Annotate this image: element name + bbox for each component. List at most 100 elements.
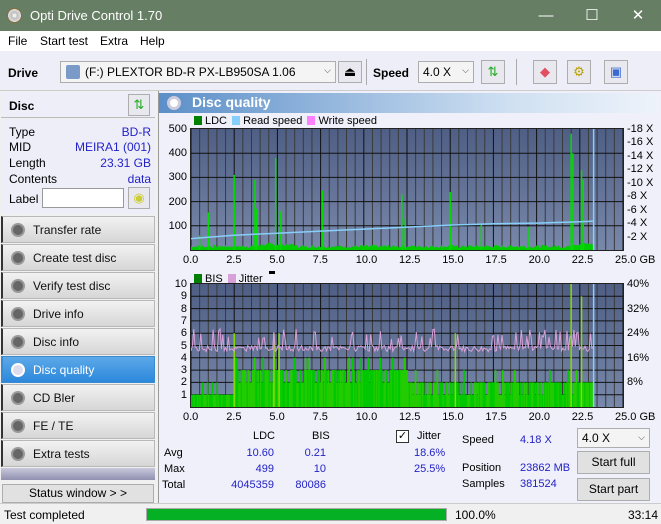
settings-button[interactable]: ⚙ bbox=[567, 60, 591, 84]
chart1-legend: LDC Read speed Write speed bbox=[192, 115, 377, 127]
maximize-button[interactable]: ☐ bbox=[569, 0, 615, 31]
status-window-button[interactable]: Status window > > bbox=[2, 484, 154, 503]
y-tick-label: 300 bbox=[168, 171, 187, 184]
chevron-down-icon: ⌵ bbox=[638, 432, 645, 442]
nav-transfer-rate[interactable]: Transfer rate bbox=[1, 216, 155, 243]
disc-header: Disc ⇅ bbox=[1, 92, 155, 118]
y2-tick-label: -14 X bbox=[627, 149, 654, 162]
label-input[interactable] bbox=[42, 188, 124, 208]
elapsed-time: 33:14 bbox=[628, 508, 659, 522]
type-label: Type bbox=[9, 125, 36, 139]
nav-disc-quality[interactable]: Disc quality bbox=[1, 356, 155, 383]
left-panel: Disc ⇅ Type BD-R MID MEIRA1 (001) Length… bbox=[0, 91, 158, 503]
menu-extra[interactable]: Extra bbox=[100, 34, 128, 48]
legend-swatch-ldc bbox=[194, 116, 202, 125]
length-label: Length bbox=[9, 156, 46, 170]
eraser-icon: ◆ bbox=[540, 64, 550, 79]
nav-extra-tests[interactable]: Extra tests bbox=[1, 440, 155, 467]
disc-refresh-button[interactable]: ⇅ bbox=[128, 94, 150, 116]
nav-label: FE / TE bbox=[33, 419, 74, 433]
menu-start-test[interactable]: Start test bbox=[40, 34, 88, 48]
menu-help[interactable]: Help bbox=[140, 34, 165, 48]
x-tick-label: 2.5 bbox=[226, 254, 242, 266]
drive-select[interactable]: (F:) PLEXTOR BD-R PX-LB950SA 1.06 ⌵ bbox=[60, 61, 336, 83]
y-tick-label: 200 bbox=[168, 195, 187, 208]
window-title: Opti Drive Control 1.70 bbox=[30, 8, 163, 23]
y2-tick-label: 40% bbox=[627, 278, 650, 290]
x-tick-label: 2.5 bbox=[226, 411, 242, 423]
nav-label: Verify test disc bbox=[33, 279, 111, 293]
mid-label: MID bbox=[9, 140, 31, 154]
x-tick-label: 10.0 bbox=[355, 254, 378, 266]
nav-cd-bler[interactable]: CD Bler bbox=[1, 384, 155, 411]
test-speed-select[interactable]: 4.0 X ⌵ bbox=[577, 428, 650, 448]
label-disc-button[interactable]: ◉ bbox=[128, 187, 150, 209]
x-tick-label: 0.0 bbox=[183, 411, 199, 423]
panel-header: Disc quality bbox=[159, 93, 659, 113]
ldc-chart bbox=[190, 128, 624, 251]
avg-ldc: 10.60 bbox=[246, 447, 274, 459]
legend-swatch-read-speed bbox=[232, 116, 241, 125]
y2-tick-label: -4 X bbox=[627, 217, 648, 230]
avg-label: Avg bbox=[164, 447, 183, 459]
disc-icon: ◉ bbox=[133, 190, 145, 205]
y-tick-label: 4 bbox=[180, 351, 187, 364]
speed-label: Speed bbox=[373, 66, 410, 80]
total-bis: 80086 bbox=[295, 479, 326, 491]
max-ldc: 499 bbox=[255, 463, 274, 475]
contents-label: Contents bbox=[9, 172, 58, 186]
nav-label: Disc quality bbox=[33, 363, 95, 377]
erase-button[interactable]: ◆ bbox=[533, 60, 557, 84]
x-tick-label: 5.0 bbox=[269, 411, 285, 423]
test-speed-value: 4.0 X bbox=[582, 431, 611, 445]
speed-value: 4.18 X bbox=[520, 434, 552, 446]
save-button[interactable]: ▣ bbox=[604, 60, 628, 84]
progress-fill bbox=[147, 509, 446, 520]
samples-label: Samples bbox=[462, 478, 505, 490]
avg-bis: 0.21 bbox=[304, 447, 326, 459]
disc-info: Type BD-R MID MEIRA1 (001) Length 23.31 … bbox=[1, 119, 155, 214]
y-tick-label: 9 bbox=[180, 290, 187, 303]
total-ldc: 4045359 bbox=[231, 479, 274, 491]
y2-tick-label: 24% bbox=[627, 327, 650, 340]
menu-bar: File Start test Extra Help bbox=[0, 31, 661, 51]
eject-button[interactable]: ⏏ bbox=[338, 61, 362, 83]
mid-value: MEIRA1 (001) bbox=[74, 140, 151, 154]
separator bbox=[516, 59, 517, 85]
y-tick-label: 10 bbox=[174, 278, 187, 290]
x-tick-label: 15.0 bbox=[442, 254, 464, 266]
speed-value: 4.0 X bbox=[423, 65, 452, 79]
nav-drive-info[interactable]: Drive info bbox=[1, 300, 155, 327]
x-tick-label: 25.0 GB bbox=[615, 254, 656, 266]
max-label: Max bbox=[164, 463, 185, 475]
status-bar: Test completed 100.0% 33:14 bbox=[0, 503, 661, 524]
menu-file[interactable]: File bbox=[8, 34, 27, 48]
close-button[interactable]: ✕ bbox=[615, 0, 661, 31]
jitter-checkbox[interactable]: ✓ bbox=[396, 430, 409, 443]
x-tick-label: 17.5 bbox=[485, 411, 507, 423]
nav-label: Transfer rate bbox=[33, 223, 102, 237]
chevron-down-icon: ⌵ bbox=[462, 65, 469, 75]
total-label: Total bbox=[162, 479, 186, 491]
nav-create-test-disc[interactable]: Create test disc bbox=[1, 244, 155, 271]
nav-label: CD Bler bbox=[33, 391, 76, 405]
y2-tick-label: 8% bbox=[627, 376, 643, 389]
progress-text: 100.0% bbox=[455, 508, 496, 522]
y-tick-label: 5 bbox=[180, 339, 187, 352]
nav-disc-info[interactable]: Disc info bbox=[1, 328, 155, 355]
minimize-button[interactable]: — bbox=[523, 0, 569, 31]
nav-verify-test-disc[interactable]: Verify test disc bbox=[1, 272, 155, 299]
y-tick-label: 1 bbox=[180, 388, 187, 401]
nav-fe-te[interactable]: FE / TE bbox=[1, 412, 155, 439]
speed-select[interactable]: 4.0 X ⌵ bbox=[418, 61, 474, 83]
y-tick-label: 8 bbox=[180, 302, 187, 315]
y-tick-label: 7 bbox=[180, 314, 187, 327]
start-full-button[interactable]: Start full bbox=[577, 451, 650, 474]
legend-write-speed: Write speed bbox=[318, 115, 377, 127]
legend-swatch-jitter bbox=[227, 274, 236, 283]
refresh-drive-button[interactable]: ⇅ bbox=[481, 60, 505, 84]
nav-label: Create test disc bbox=[33, 251, 117, 265]
start-part-button[interactable]: Start part bbox=[577, 478, 650, 501]
contents-value: data bbox=[127, 172, 151, 186]
position-value: 23862 MB bbox=[520, 462, 571, 474]
